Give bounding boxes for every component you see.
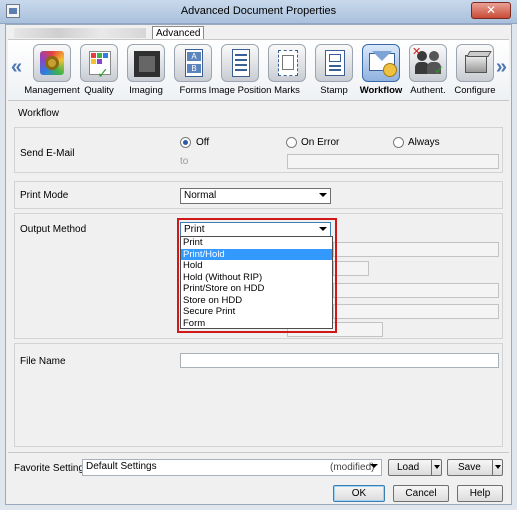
output-field-3[interactable] (333, 283, 499, 298)
print-mode-select[interactable]: Normal (180, 188, 331, 204)
favorite-setting-value: Default Settings (86, 461, 157, 472)
dropdown-option[interactable]: Print (181, 237, 332, 249)
quality-grid-check-icon: ✓ (80, 44, 118, 82)
image-position-icon (221, 44, 259, 82)
output-method-dropdown-list: Print Print/Hold Hold Hold (Without RIP)… (180, 236, 333, 329)
send-email-on-error-label: On Error (301, 137, 340, 148)
load-button[interactable]: Load (388, 459, 442, 476)
imaging-icon (127, 44, 165, 82)
dropdown-option[interactable]: Store on HDD (181, 295, 332, 307)
output-field-1[interactable] (333, 242, 499, 257)
send-email-off-label: Off (196, 137, 210, 148)
tab-advanced[interactable]: Advanced (152, 26, 205, 40)
section-title: Workflow (18, 108, 59, 119)
print-mode-label: Print Mode (20, 190, 69, 201)
favorite-modified-status: (modified) (330, 462, 375, 473)
management-gear-icon (33, 44, 71, 82)
chevron-down-icon (370, 464, 378, 468)
dropdown-option[interactable]: Print/Hold (181, 248, 332, 260)
send-email-always-radio[interactable] (393, 137, 404, 148)
dropdown-option[interactable]: Secure Print (181, 306, 332, 318)
divider (8, 452, 509, 453)
category-toolbar: « Management ✓ Quality Imaging A B Forms… (8, 39, 509, 101)
cancel-button[interactable]: Cancel (393, 485, 449, 502)
send-email-section: Send E-Mail Off On Error Always to (14, 127, 503, 173)
send-email-off-radio[interactable] (180, 137, 191, 148)
marks-icon (268, 44, 306, 82)
load-button-label: Load (397, 462, 420, 473)
authentication-users-icon: ✕ ✓ (409, 44, 447, 82)
dropdown-option[interactable]: Hold (181, 260, 332, 272)
chevron-down-icon (319, 193, 327, 197)
save-button-label: Save (458, 462, 481, 473)
favorite-setting-label: Favorite Setting (14, 463, 85, 474)
print-mode-section: Print Mode Normal (14, 181, 503, 209)
file-name-section: File Name (14, 343, 503, 447)
dialog-panel: Advanced « Management ✓ Quality Imaging … (5, 24, 512, 505)
email-to-field[interactable] (287, 154, 499, 169)
file-name-label: File Name (20, 356, 66, 367)
ok-button[interactable]: OK (333, 485, 385, 502)
tab-blurred[interactable] (14, 28, 146, 38)
dropdown-option[interactable]: Form (181, 318, 332, 330)
scroll-right-icon[interactable]: » (496, 56, 507, 79)
close-button[interactable]: ✕ (471, 2, 511, 19)
send-email-label: Send E-Mail (20, 148, 75, 159)
chevron-down-icon[interactable] (431, 460, 442, 475)
send-email-on-error-radio[interactable] (286, 137, 297, 148)
dropdown-option[interactable]: Print/Store on HDD (181, 283, 332, 295)
output-method-label: Output Method (20, 224, 87, 235)
stamp-icon (315, 44, 353, 82)
workflow-mail-icon (362, 44, 400, 82)
configure-cube-icon (456, 44, 494, 82)
output-field-2[interactable] (333, 261, 369, 276)
send-email-to-label: to (180, 156, 189, 167)
save-button[interactable]: Save (447, 459, 503, 476)
category-label: Configure (454, 85, 496, 96)
chevron-down-icon[interactable] (492, 460, 503, 475)
forms-icon: A B (174, 44, 212, 82)
dropdown-option[interactable]: Hold (Without RIP) (181, 272, 332, 284)
output-field-4[interactable] (333, 304, 499, 319)
title-bar: Advanced Document Properties ✕ (0, 0, 517, 24)
send-email-always-label: Always (408, 137, 440, 148)
file-name-field[interactable] (180, 353, 499, 368)
category-configure[interactable]: Configure (453, 44, 497, 96)
help-button[interactable]: Help (457, 485, 503, 502)
print-mode-value: Normal (184, 190, 217, 201)
window-title: Advanced Document Properties (180, 5, 337, 17)
scroll-left-icon[interactable]: « (11, 56, 22, 79)
favorite-setting-select[interactable]: Default Settings (modified) (82, 459, 382, 476)
